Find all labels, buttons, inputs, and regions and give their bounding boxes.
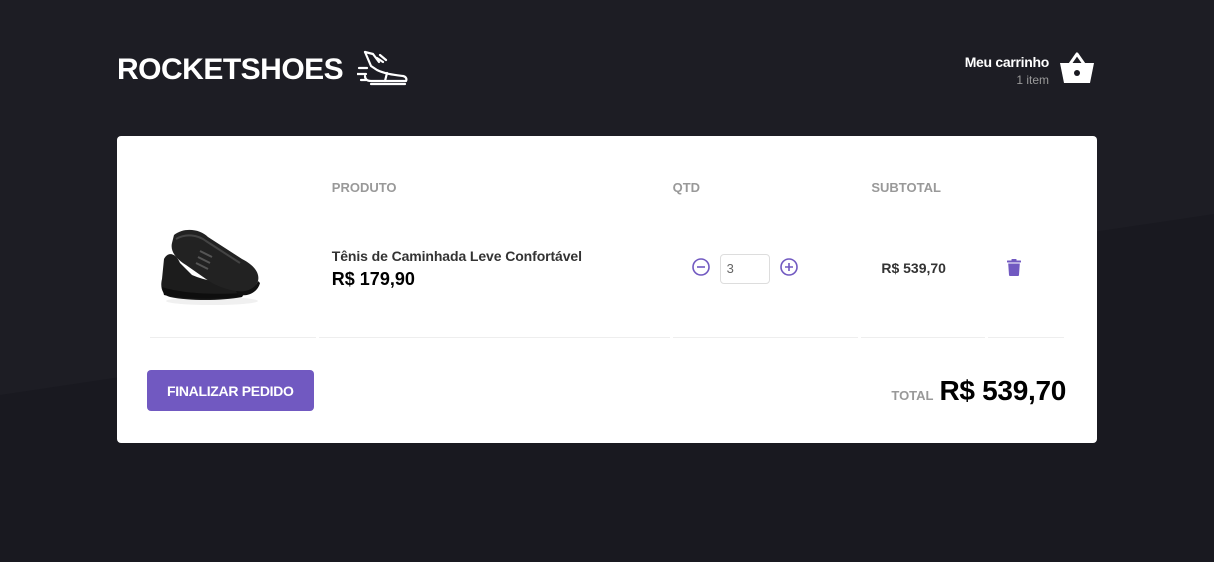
cart-count: 1 item xyxy=(1016,72,1049,87)
column-header-subtotal: SUBTOTAL xyxy=(871,180,941,195)
column-header-image xyxy=(150,166,316,200)
subtotal-value: R$ 539,70 xyxy=(881,259,946,276)
product-table: PRODUTO QTD SUBTOTAL Tênis de Caminhada … xyxy=(147,166,1067,338)
panel-footer: FINALIZAR PEDIDO TOTAL R$ 539,70 xyxy=(147,370,1067,411)
column-header-product: PRODUTO xyxy=(331,180,397,195)
cart-title: Meu carrinho xyxy=(964,53,1050,70)
column-header-quantity: QTD xyxy=(672,180,701,195)
actions-cell xyxy=(988,200,1064,338)
total-label: TOTAL xyxy=(891,387,934,403)
logo-text: ROCKETSHOES xyxy=(117,53,344,86)
page-container: ROCKETSHOES Meu carrinho 1 item PRODUTO … xyxy=(117,0,1097,443)
product-info-cell: Tênis de Caminhada Leve Confortável R$ 1… xyxy=(318,200,670,338)
running-shoe-icon xyxy=(356,48,409,93)
increment-button[interactable] xyxy=(776,254,802,283)
trash-icon xyxy=(1007,258,1022,279)
delete-button[interactable] xyxy=(1003,255,1025,283)
total: TOTAL R$ 539,70 xyxy=(891,375,1066,407)
quantity-stepper xyxy=(673,253,859,284)
plus-circle-icon xyxy=(779,257,799,280)
cart-link[interactable]: Meu carrinho 1 item xyxy=(965,51,1095,90)
minus-circle-icon xyxy=(691,257,711,280)
cart-panel: PRODUTO QTD SUBTOTAL Tênis de Caminhada … xyxy=(117,136,1097,443)
table-row: Tênis de Caminhada Leve Confortável R$ 1… xyxy=(150,200,1064,338)
product-price: R$ 179,90 xyxy=(331,268,415,289)
subtotal-cell: R$ 539,70 xyxy=(861,200,986,338)
quantity-cell xyxy=(672,200,859,338)
cart-text: Meu carrinho 1 item xyxy=(964,53,1050,87)
quantity-input[interactable] xyxy=(719,253,770,284)
column-header-actions xyxy=(988,166,1064,200)
decrement-button[interactable] xyxy=(688,254,714,283)
basket-icon xyxy=(1059,51,1095,90)
product-image xyxy=(150,229,270,315)
logo-link[interactable]: ROCKETSHOES xyxy=(117,48,409,93)
product-name: Tênis de Caminhada Leve Confortável xyxy=(331,247,582,264)
product-image-cell xyxy=(150,200,316,338)
total-value: R$ 539,70 xyxy=(939,374,1066,406)
table-header-row: PRODUTO QTD SUBTOTAL xyxy=(150,166,1064,200)
finish-order-button[interactable]: FINALIZAR PEDIDO xyxy=(147,370,314,411)
app-header: ROCKETSHOES Meu carrinho 1 item xyxy=(117,44,1097,96)
